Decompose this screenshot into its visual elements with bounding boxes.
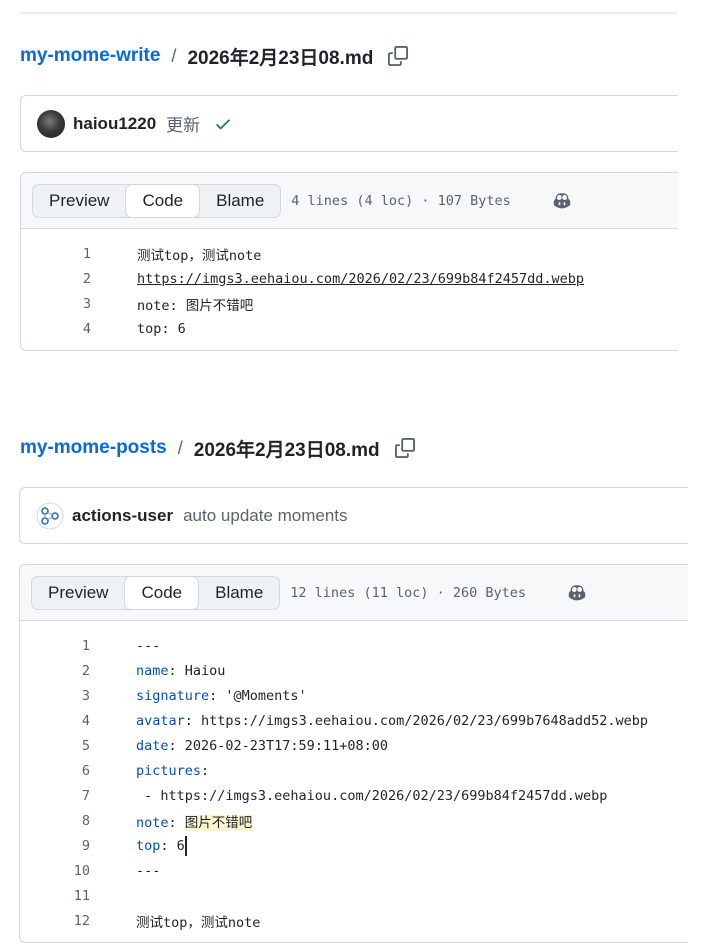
- line-content: - https://imgs3.eehaiou.com/2026/02/23/6…: [136, 787, 608, 804]
- line-number[interactable]: 10: [20, 863, 90, 879]
- line-number[interactable]: 6: [20, 763, 90, 779]
- code-block[interactable]: 1 --- 2 name: Haiou 3 signature: '@Momen…: [20, 621, 688, 933]
- line-number[interactable]: 4: [20, 713, 90, 729]
- code-line: 9 top: 6: [20, 833, 688, 858]
- code-line: 8 note: 图片不错吧: [20, 808, 688, 833]
- code-line: 10 ---: [20, 858, 688, 883]
- yaml-key: signature: [136, 687, 210, 704]
- commit-author[interactable]: haiou1220: [73, 114, 156, 134]
- line-number[interactable]: 1: [20, 638, 90, 654]
- yaml-key: note: [136, 814, 169, 831]
- code-line: 1 ---: [20, 633, 688, 658]
- commit-author[interactable]: actions-user: [72, 506, 173, 526]
- view-mode-toggle: Preview Code Blame: [32, 183, 282, 218]
- commit-message[interactable]: auto update moments: [183, 506, 347, 526]
- latest-commit-bar: haiou1220 更新: [20, 95, 678, 152]
- code-line: 1 测试top，测试note: [21, 241, 678, 266]
- breadcrumb: my-mome-posts / 2026年2月23日08.md: [20, 434, 416, 462]
- line-number[interactable]: 8: [20, 813, 90, 829]
- code-line: 11: [20, 883, 688, 908]
- tab-code[interactable]: Code: [124, 575, 200, 610]
- breadcrumb: my-mome-write / 2026年2月23日08.md: [20, 42, 409, 70]
- line-number[interactable]: 3: [20, 688, 90, 704]
- file-meta: 12 lines (11 loc) · 260 Bytes: [290, 584, 526, 601]
- line-number[interactable]: 11: [20, 888, 90, 904]
- tab-blame[interactable]: Blame: [200, 185, 280, 217]
- line-number[interactable]: 9: [20, 838, 90, 854]
- file-name: 2026年2月23日08.md: [187, 47, 374, 69]
- file-viewer: Preview Code Blame 12 lines (11 loc) · 2…: [19, 564, 688, 943]
- line-number[interactable]: 4: [21, 321, 91, 337]
- tab-preview[interactable]: Preview: [33, 185, 125, 217]
- yaml-value: : Haiou: [168, 662, 226, 679]
- line-number[interactable]: 5: [20, 738, 90, 754]
- commit-message[interactable]: 更新: [166, 111, 200, 136]
- repo-link[interactable]: my-mome-posts: [20, 437, 167, 459]
- yaml-value: :: [201, 762, 210, 779]
- line-content: 测试top，测试note: [137, 247, 262, 264]
- yaml-value: : 2026-02-23T17:59:11+08:00: [168, 737, 388, 754]
- line-number[interactable]: 2: [21, 271, 91, 287]
- line-content: ---: [136, 862, 161, 879]
- file-meta: 4 lines (4 loc) · 107 Bytes: [291, 192, 511, 209]
- line-number[interactable]: 7: [20, 788, 90, 804]
- yaml-value: : 6: [160, 837, 185, 854]
- breadcrumb-separator: /: [171, 45, 177, 66]
- file-viewer: Preview Code Blame 4 lines (4 loc) · 107…: [20, 172, 678, 351]
- copy-icon[interactable]: [387, 45, 409, 67]
- code-line: 2 name: Haiou: [20, 658, 688, 683]
- line-content: top: 6: [137, 320, 186, 337]
- code-line: 7 - https://imgs3.eehaiou.com/2026/02/23…: [20, 783, 688, 808]
- code-line: 12 测试top，测试note: [20, 908, 688, 933]
- code-line: 4 avatar: https://imgs3.eehaiou.com/2026…: [20, 708, 688, 733]
- line-number[interactable]: 3: [21, 296, 91, 312]
- highlighted-text: 图片不错吧: [184, 814, 253, 831]
- tab-blame[interactable]: Blame: [199, 577, 279, 609]
- avatar[interactable]: [37, 109, 65, 138]
- yaml-key: avatar: [136, 712, 185, 729]
- line-number[interactable]: 12: [20, 913, 90, 929]
- yaml-value: :: [168, 814, 185, 831]
- code-line: 4 top: 6: [21, 316, 678, 341]
- image-url-link[interactable]: https://imgs3.eehaiou.com/2026/02/23/699…: [137, 271, 584, 287]
- line-content: ---: [136, 637, 161, 654]
- code-line: 2 https://imgs3.eehaiou.com/2026/02/23/6…: [21, 266, 678, 291]
- check-icon[interactable]: [214, 115, 232, 133]
- text-cursor: [184, 835, 187, 856]
- copilot-icon[interactable]: [551, 190, 573, 212]
- copy-icon[interactable]: [394, 437, 416, 459]
- line-content: note: 图片不错吧: [137, 297, 254, 314]
- yaml-key: pictures: [136, 762, 202, 779]
- latest-commit-bar: actions-user auto update moments: [19, 487, 688, 544]
- file-header: Preview Code Blame 12 lines (11 loc) · 2…: [20, 565, 688, 621]
- yaml-key: name: [136, 662, 169, 679]
- view-mode-toggle: Preview Code Blame: [31, 575, 281, 610]
- tab-code[interactable]: Code: [125, 183, 201, 218]
- line-number[interactable]: 1: [21, 246, 91, 262]
- avatar[interactable]: [36, 501, 64, 530]
- line-content: 测试top，测试note: [136, 914, 261, 931]
- line-number[interactable]: 2: [20, 663, 90, 679]
- yaml-key: date: [136, 737, 169, 754]
- code-line: 3 signature: '@Moments': [20, 683, 688, 708]
- yaml-key: top: [136, 837, 161, 854]
- code-line: 3 note: 图片不错吧: [21, 291, 678, 316]
- tab-preview[interactable]: Preview: [32, 577, 124, 609]
- code-line: 5 date: 2026-02-23T17:59:11+08:00: [20, 733, 688, 758]
- code-line: 6 pictures:: [20, 758, 688, 783]
- repo-link[interactable]: my-mome-write: [20, 45, 160, 67]
- yaml-value: : https://imgs3.eehaiou.com/2026/02/23/6…: [184, 712, 649, 729]
- copilot-icon[interactable]: [566, 582, 588, 604]
- code-block[interactable]: 1 测试top，测试note 2 https://imgs3.eehaiou.c…: [21, 229, 678, 341]
- file-header: Preview Code Blame 4 lines (4 loc) · 107…: [21, 173, 678, 229]
- breadcrumb-separator: /: [177, 437, 183, 458]
- file-name: 2026年2月23日08.md: [193, 439, 380, 461]
- top-divider: [20, 12, 678, 15]
- yaml-value: : '@Moments': [209, 687, 307, 704]
